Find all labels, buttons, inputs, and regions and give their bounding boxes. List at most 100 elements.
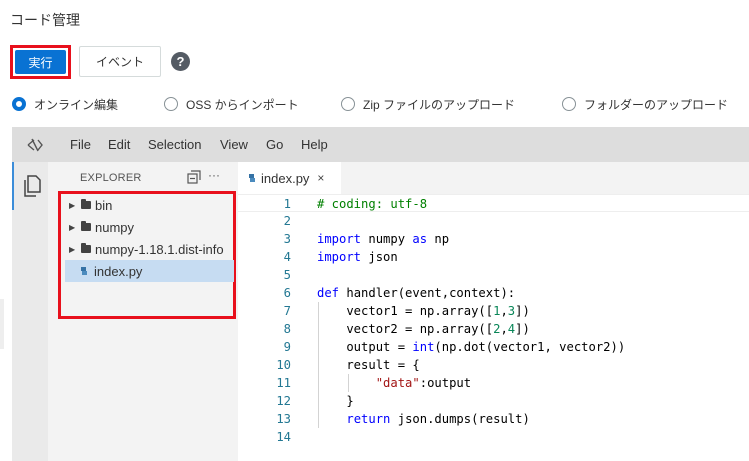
code-token: (np.dot(vector1, vector2)) [434,340,626,354]
code-token: numpy [361,232,413,246]
radio-button[interactable] [562,97,576,111]
tree-item-bin[interactable]: ▶ bin [65,194,234,216]
help-icon[interactable]: ? [171,52,190,71]
line-number: 12 [276,394,291,408]
code-text: # coding: utf-8 [317,195,427,213]
code-token: output = [317,340,413,354]
code-text: output = int(np.dot(vector1, vector2)) [317,338,625,356]
code-token: } [317,394,354,408]
tree-item-numpy[interactable]: ▶ numpy [65,216,234,238]
radio-folder-upload[interactable]: フォルダーのアップロード [562,94,728,114]
menu-edit[interactable]: Edit [108,127,130,162]
code-text: result = { [317,356,420,374]
line-number: 3 [283,232,291,246]
activity-active-indicator [12,162,14,210]
code-token: vector1 = np.array([ [317,304,494,318]
line-number: 1 [283,197,291,211]
radio-online-edit[interactable]: オンライン編集 [12,94,118,114]
code-token: "data" [375,376,420,390]
line-number: 9 [283,340,291,354]
code-text: import json [317,248,398,266]
tree-item-label: numpy [95,219,135,235]
code-line: 6 def handler(event,context): [238,284,749,302]
code-text: } [317,392,354,410]
code-line: 11 "data":output [238,374,749,392]
radio-oss-import[interactable]: OSS からインポート [164,94,299,114]
code-text: return json.dumps(result) [317,410,529,428]
radio-label: Zip ファイルのアップロード [363,97,516,112]
menu-selection[interactable]: Selection [148,127,201,162]
tab-index-py[interactable]: index.py × [238,162,341,194]
radio-button[interactable] [341,97,355,111]
code-line: 12 } [238,392,749,410]
code-text: "data":output [317,374,471,392]
code-token: import [317,232,362,246]
code-token: result = { [317,358,420,372]
menu-go[interactable]: Go [266,127,283,162]
code-text: vector1 = np.array([1,3]) [317,302,530,320]
more-actions-icon[interactable]: ··· [208,168,220,182]
code-token: , [500,322,508,336]
code-token: def [317,286,340,300]
editor-tab-strip: index.py × [238,162,749,194]
activity-bar [12,162,48,461]
line-number: 6 [283,286,291,300]
code-area[interactable]: 1 # coding: utf-8 2 3 import numpy as np 4 imp… [238,194,749,461]
radio-label: オンライン編集 [34,97,119,112]
code-token: , [500,304,508,318]
radio-button-checked[interactable] [12,97,26,111]
left-panel-edge [0,299,4,349]
folder-icon [81,221,91,231]
code-line: 2 [238,212,749,230]
explorer-title: EXPLORER [80,172,142,184]
folder-icon [81,199,91,209]
radio-label: OSS からインポート [186,97,299,112]
code-ide: File Edit Selection View Go Help EXPLORE… [12,127,749,461]
ide-menubar: File Edit Selection View Go Help [12,127,749,162]
line-number: 4 [283,250,291,264]
line-number: 2 [283,214,291,228]
tree-item-numpy-dist-info[interactable]: ▶ numpy-1.18.1.dist-info [65,238,234,260]
code-token: as [412,232,428,246]
menu-file[interactable]: File [70,127,91,162]
tree-item-index-py[interactable]: index.py [65,260,234,282]
code-line: 1 # coding: utf-8 [238,194,749,212]
menu-help[interactable]: Help [301,127,328,162]
radio-zip-upload[interactable]: Zip ファイルのアップロード [341,94,515,114]
chevron-right-icon: ▶ [69,244,76,254]
line-number: 13 [276,412,291,426]
files-icon[interactable] [23,175,41,197]
code-line: 13 return json.dumps(result) [238,410,749,428]
code-line: 3 import numpy as np [238,230,749,248]
code-token: json [361,250,398,264]
python-file-icon [81,267,87,275]
event-button[interactable]: イベント [79,46,161,77]
run-button[interactable]: 実行 [15,50,66,74]
line-number: 14 [276,430,291,444]
vscode-logo-icon [27,138,43,152]
source-radio-group: オンライン編集 OSS からインポート Zip ファイルのアップロード フォルダ… [0,94,749,114]
code-token: int [412,340,435,354]
line-number: 7 [283,304,291,318]
tab-label: index.py [261,170,310,186]
code-token: ]) [515,304,530,318]
radio-button[interactable] [164,97,178,111]
tree-item-label: bin [95,197,113,213]
menu-view[interactable]: View [220,127,248,162]
chevron-right-icon: ▶ [69,222,76,232]
chevron-right-icon: ▶ [69,200,76,210]
collapse-all-icon[interactable] [187,170,201,184]
editor-pane: index.py × 1 # coding: utf-8 2 3 import nump… [238,162,749,461]
tree-item-label: index.py [94,263,143,279]
code-text: import numpy as np [317,230,449,248]
code-token: handler(event,context): [339,286,516,300]
page-title: コード管理 [10,12,80,28]
close-icon[interactable]: × [317,171,324,185]
code-token: ]) [515,322,530,336]
code-token: np [427,232,450,246]
code-line: 8 vector2 = np.array([2,4]) [238,320,749,338]
code-line: 14 [238,428,749,446]
code-token: import [317,250,362,264]
